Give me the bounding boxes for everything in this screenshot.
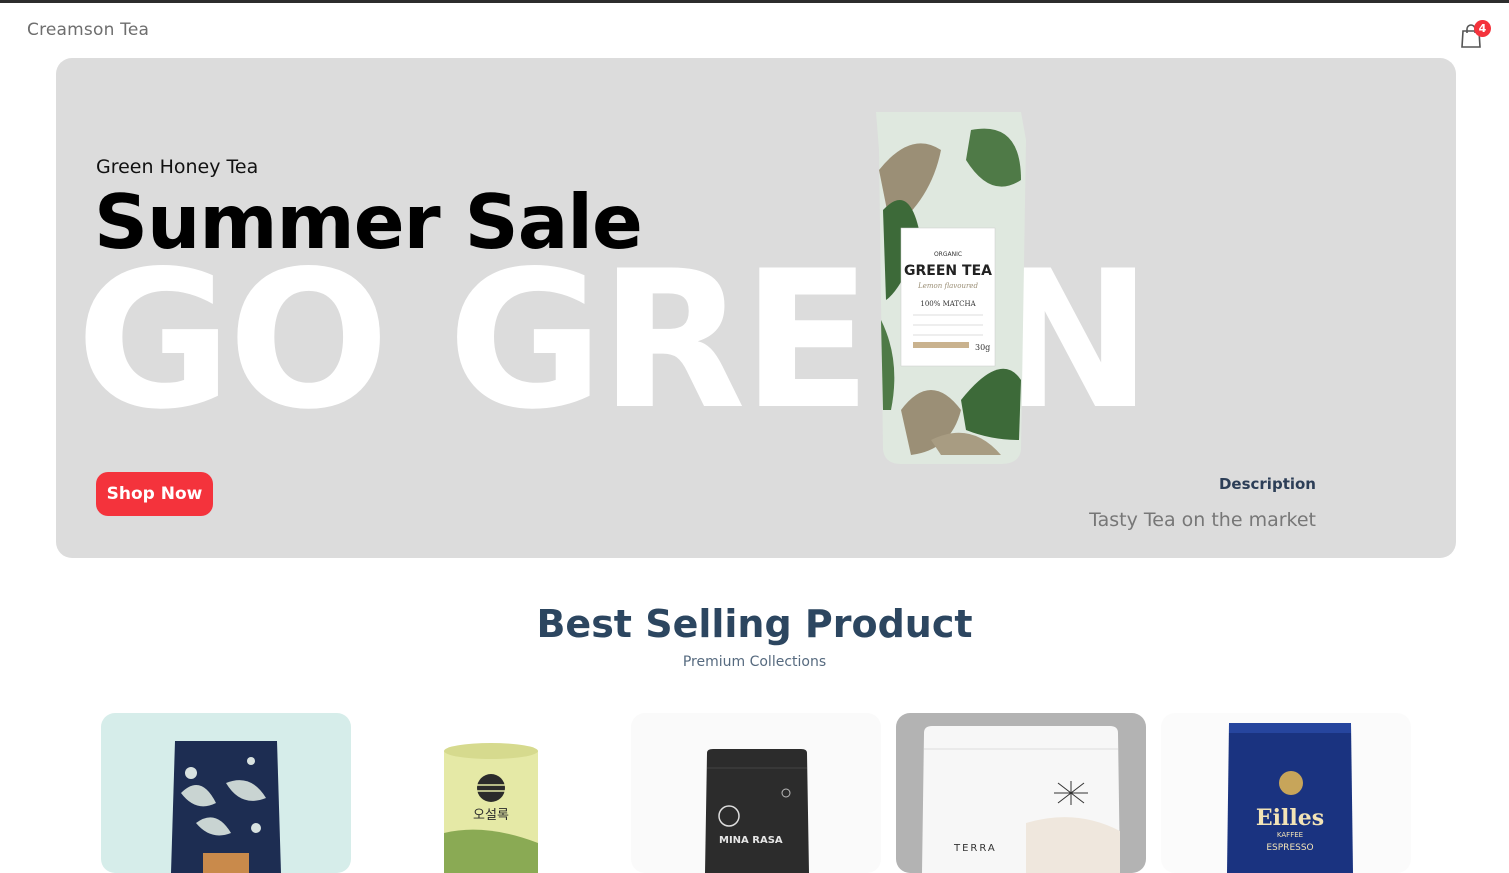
svg-text:ESPRESSO: ESPRESSO (1266, 843, 1313, 853)
svg-text:GREEN TEA: GREEN TEA (904, 263, 992, 279)
product-card-4[interactable]: TERRA (896, 713, 1146, 873)
svg-text:MINA RASA: MINA RASA (719, 835, 783, 846)
product-card-3[interactable]: MINA RASA (631, 713, 881, 873)
green-tea-pouch-image: ORGANIC GREEN TEA Lemon flavoured 100% M… (876, 112, 1026, 464)
section-title: Best Selling Product (536, 602, 973, 646)
svg-text:Eilles: Eilles (1256, 805, 1324, 831)
top-border (0, 0, 1509, 3)
svg-text:KAFFEE: KAFFEE (1277, 831, 1303, 839)
product-image-2: 오설록 (444, 743, 538, 873)
svg-text:Lemon flavoured: Lemon flavoured (917, 282, 978, 290)
hero-mid-text: Summer Sale (94, 178, 643, 266)
svg-text:30g: 30g (975, 343, 990, 352)
svg-text:오설록: 오설록 (473, 808, 509, 823)
hero-small-text: Green Honey Tea (96, 156, 259, 178)
product-card-1[interactable] (101, 713, 351, 873)
svg-text:TERRA: TERRA (953, 843, 997, 854)
shop-now-button[interactable]: Shop Now (96, 472, 213, 516)
svg-text:100% MATCHA: 100% MATCHA (920, 300, 976, 308)
product-card-2[interactable]: 오설록 (366, 713, 616, 873)
product-image-1 (171, 741, 281, 873)
product-image-5: Eilles KAFFEE ESPRESSO (1227, 723, 1353, 873)
hero-banner: GO GREEN Green Honey Tea Summer Sale ORG… (56, 58, 1456, 558)
cart-button[interactable]: 4 (1460, 20, 1496, 50)
brand-logo-text[interactable]: Creamson Tea (27, 20, 149, 40)
description-title: Description (1218, 475, 1316, 493)
description-text: Tasty Tea on the market (1089, 509, 1316, 531)
product-card-5[interactable]: Eilles KAFFEE ESPRESSO (1161, 713, 1411, 873)
cart-count-badge: 4 (1474, 20, 1491, 37)
product-image-4: TERRA (922, 726, 1120, 873)
product-image-3: MINA RASA (705, 749, 809, 873)
section-subtitle: Premium Collections (682, 654, 827, 670)
svg-text:ORGANIC: ORGANIC (934, 251, 962, 258)
